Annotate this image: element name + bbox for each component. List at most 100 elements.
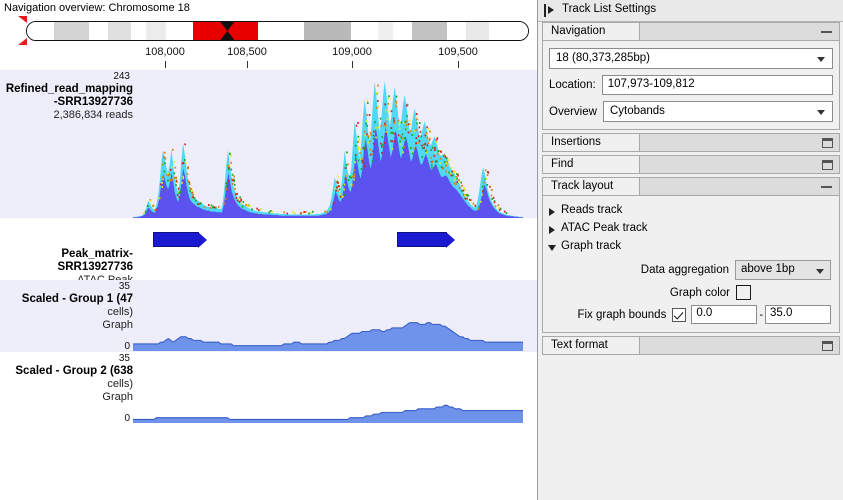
panel-title-bar[interactable]: Track List Settings xyxy=(538,0,843,22)
ruler-tick-mark xyxy=(165,61,166,68)
navigation-group-tab[interactable]: Navigation xyxy=(542,22,640,41)
track-plot[interactable] xyxy=(133,352,523,424)
track-plot[interactable] xyxy=(133,280,523,352)
track-name: Refined_read_mapping xyxy=(5,83,133,95)
bounds-max-input[interactable]: 35.0 xyxy=(765,305,831,324)
genome-browser-window: Navigation overview: Chromosome 18 108,0… xyxy=(0,0,843,500)
location-label: Location: xyxy=(549,79,596,91)
track-name: Peak_matrix- xyxy=(61,248,133,260)
cytoband-bar[interactable] xyxy=(26,21,529,41)
text-format-group-tab[interactable]: Text format xyxy=(542,336,640,355)
cytoband xyxy=(131,22,147,40)
restore-icon[interactable] xyxy=(822,138,833,148)
cytoband xyxy=(393,22,413,40)
marker-top-icon xyxy=(18,16,27,23)
centromere xyxy=(220,22,234,40)
chevron-down-icon xyxy=(817,110,825,115)
ruler-tick-mark xyxy=(352,61,353,68)
panel-expand-icon[interactable] xyxy=(544,4,556,17)
atac-peak-feature[interactable] xyxy=(397,232,455,248)
chevron-right-icon xyxy=(549,208,555,216)
atac-peak-feature[interactable] xyxy=(153,232,207,248)
bounds-min-input[interactable]: 0.0 xyxy=(691,305,758,324)
track-plot[interactable] xyxy=(133,70,523,218)
cytoband xyxy=(489,22,528,40)
track-plot[interactable] xyxy=(133,218,523,280)
overview-select[interactable]: Cytobands xyxy=(602,101,833,122)
panel-title: Track List Settings xyxy=(562,3,657,15)
chevron-down-icon xyxy=(816,269,824,274)
track-scale-min: 0 xyxy=(124,341,130,352)
minimize-icon[interactable] xyxy=(821,31,832,33)
location-row: Location: 107,973-109,812 xyxy=(549,75,833,95)
navigation-group-header[interactable]: Navigation xyxy=(542,22,840,41)
ruler-tick-mark xyxy=(458,61,459,68)
track-label-block: Peak_matrix-SRR13927736ATAC Peak xyxy=(0,218,133,287)
main-track-view: Navigation overview: Chromosome 18 108,0… xyxy=(0,0,537,500)
overview-row: Overview Cytobands xyxy=(549,101,833,122)
cytoband xyxy=(447,22,467,40)
track-subtitle-1: cells) xyxy=(107,378,133,390)
fix-graph-bounds-checkbox[interactable] xyxy=(672,307,687,322)
cytoband xyxy=(27,22,54,40)
tree-item-label: Graph track xyxy=(561,240,622,252)
track-subtitle-2: Graph xyxy=(102,391,133,403)
tree-item-label: ATAC Peak track xyxy=(561,222,648,234)
track-3[interactable]: 35 0 Scaled - Group 1 (47 cells) Graph xyxy=(0,280,537,352)
minimize-icon[interactable] xyxy=(821,186,832,188)
track-name: Scaled - Group 2 (638 xyxy=(15,365,133,377)
track-list-settings-panel: Track List Settings Navigation 18 (80,37… xyxy=(537,0,843,500)
track-label-block: Scaled - Group 2 (638 cells) Graph xyxy=(0,352,133,404)
cytoband xyxy=(107,22,132,40)
track-layout-group-header[interactable]: Track layout xyxy=(542,177,840,196)
chevron-down-icon xyxy=(548,245,556,251)
cytoband xyxy=(412,22,448,40)
insertions-group-tab[interactable]: Insertions xyxy=(542,133,640,152)
track-subtitle-1: -SRR13927736 xyxy=(53,96,133,108)
overview-label: Overview xyxy=(549,105,597,118)
range-dash: - xyxy=(759,308,763,321)
tree-item-reads-track[interactable]: Reads track xyxy=(547,201,833,219)
navigation-group: Navigation 18 (80,373,285bp) Location: 1… xyxy=(542,22,840,130)
insertions-group: Insertions xyxy=(542,133,840,152)
tree-item-label: Reads track xyxy=(561,204,623,216)
cytoband xyxy=(377,22,394,40)
track-4[interactable]: 35 0 Scaled - Group 2 (638 cells) Graph xyxy=(0,352,537,424)
find-group-tab[interactable]: Find xyxy=(542,155,640,174)
track-name: Scaled - Group 1 (47 xyxy=(21,293,133,305)
coordinate-ruler[interactable]: 108,000 108,500 109,000 109,500 xyxy=(0,46,537,70)
navigation-group-body: 18 (80,373,285bp) Location: 107,973-109,… xyxy=(542,41,840,130)
track-subtitle-1: cells) xyxy=(107,306,133,318)
restore-icon[interactable] xyxy=(822,160,833,170)
overview-select-value: Cytobands xyxy=(609,105,665,117)
tree-item-graph-track[interactable]: Graph track xyxy=(547,237,833,255)
find-group-header[interactable]: Find xyxy=(542,155,840,174)
chromosome-select[interactable]: 18 (80,373,285bp) xyxy=(549,48,833,69)
cytoband xyxy=(304,22,351,40)
track-layout-group-body: Reads track ATAC Peak track Graph track … xyxy=(542,196,840,333)
track-label-block: Refined_read_mapping -SRR13927736 2,386,83… xyxy=(0,70,133,122)
text-format-group: Text format xyxy=(542,336,840,355)
chromosome-ideogram[interactable] xyxy=(0,16,537,46)
track-subtitle-2: 2,386,834 reads xyxy=(53,109,133,121)
track-1[interactable]: 243 Refined_read_mapping -SRR13927736 2,386… xyxy=(0,70,537,218)
data-aggregation-row: Data aggregation above 1bp xyxy=(547,260,833,280)
graph-color-swatch[interactable] xyxy=(736,285,751,300)
graph-color-label: Graph color xyxy=(669,286,730,299)
cytoband xyxy=(258,22,305,40)
tree-item-atac-peak-track[interactable]: ATAC Peak track xyxy=(547,219,833,237)
track-subtitle-1: SRR13927736 xyxy=(57,261,133,273)
chevron-right-icon xyxy=(549,226,555,234)
ruler-tick-label: 108,500 xyxy=(227,46,267,58)
ruler-tick-label: 109,000 xyxy=(332,46,372,58)
text-format-group-header[interactable]: Text format xyxy=(542,336,840,355)
data-aggregation-select[interactable]: above 1bp xyxy=(735,260,831,280)
cytoband xyxy=(53,22,89,40)
track-layout-group-tab[interactable]: Track layout xyxy=(542,177,640,196)
track-2[interactable]: Peak_matrix-SRR13927736ATAC Peak xyxy=(0,218,537,286)
track-layout-group: Track layout Reads track ATAC Peak track xyxy=(542,177,840,333)
location-input[interactable]: 107,973-109,812 xyxy=(601,75,833,95)
restore-icon[interactable] xyxy=(822,341,833,351)
insertions-group-header[interactable]: Insertions xyxy=(542,133,840,152)
cytoband xyxy=(88,22,108,40)
